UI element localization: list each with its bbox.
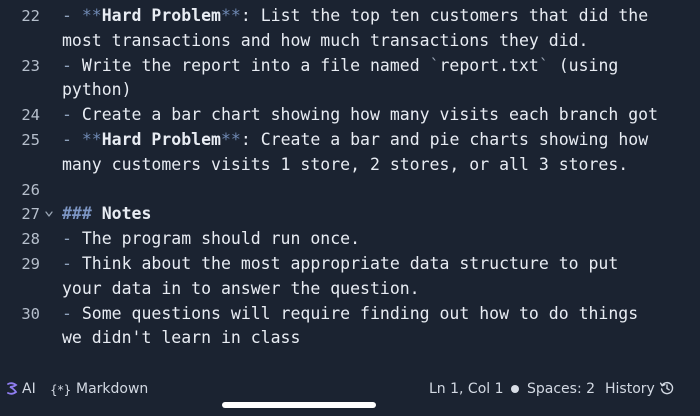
line-number: 29 [21, 255, 40, 273]
line-text[interactable]: we didn't learn in class [62, 326, 300, 350]
text-segment: The program should run once. [81, 229, 361, 249]
editor-line[interactable]: 24 - Create a bar chart showing how many … [0, 103, 700, 127]
editor-line[interactable]: 26 [0, 178, 700, 202]
text-segment: - [62, 130, 82, 149]
editor-line[interactable]: 23 - Write the report into a file named `… [0, 54, 700, 78]
line-number: 26 [21, 180, 40, 199]
line-number: 23 [21, 56, 40, 75]
text-segment: Hard Problem [101, 130, 221, 149]
text-segment: ` [429, 55, 440, 75]
line-text[interactable]: python) [62, 78, 132, 102]
text-segment: your data in to answer the question. [62, 278, 420, 298]
text-segment: ** [81, 130, 102, 149]
indentation-button[interactable]: Spaces: 2 [527, 379, 595, 399]
fold-chevron-icon[interactable] [45, 209, 53, 219]
text-segment: Write the report into a file named [81, 55, 430, 75]
text-segment: - [62, 254, 82, 273]
code-editor[interactable]: 22- **Hard Problem**: List the top ten c… [0, 0, 700, 368]
text-segment: : List the top ten customers that did th… [240, 6, 649, 25]
ai-label[interactable]: AI [22, 379, 36, 399]
line-text[interactable]: - **Hard Problem**: List the top ten cus… [62, 4, 648, 28]
line-number: 28 [21, 230, 40, 249]
editor-line[interactable]: 28 - The program should run once. [0, 227, 700, 251]
text-segment: report.txt [439, 55, 539, 75]
text-segment: we didn't learn in class [62, 328, 301, 348]
line-text[interactable]: your data in to answer the question. [62, 277, 420, 301]
line-text[interactable]: - **Hard Problem**: Create a bar and pie… [62, 128, 648, 152]
text-segment: most transactions and how much transacti… [62, 30, 589, 50]
line-number: 27 [21, 205, 40, 224]
line-number: 24 [21, 106, 40, 125]
braces-icon: {*} [50, 383, 72, 397]
line-text[interactable]: - Some questions will require finding ou… [62, 302, 638, 326]
text-segment: - [62, 303, 82, 323]
line-text[interactable]: - The program should run once. [62, 227, 360, 251]
home-indicator[interactable] [222, 402, 376, 408]
text-segment: python) [62, 80, 132, 100]
history-icon[interactable] [659, 380, 675, 396]
editor-line[interactable]: most transactions and how much transacti… [0, 29, 700, 53]
text-segment: ** [220, 6, 241, 25]
line-number: 22 [21, 7, 40, 25]
text-segment: many customers visits 1 store, 2 stores,… [62, 154, 629, 174]
line-number: 30 [21, 304, 40, 323]
editor-line[interactable]: 30 - Some questions will require finding … [0, 302, 700, 326]
line-number: 25 [21, 131, 40, 149]
editor-line[interactable]: many customers visits 1 store, 2 stores,… [0, 153, 700, 177]
language-mode-button[interactable]: Markdown [76, 379, 148, 399]
text-segment: Notes [101, 204, 152, 224]
text-segment: Create a bar chart showing how many visi… [81, 105, 659, 125]
editor-line[interactable]: 25- **Hard Problem**: Create a bar and p… [0, 128, 700, 152]
cursor-position[interactable]: Ln 1, Col 1 [429, 379, 504, 399]
editor-line[interactable]: 22- **Hard Problem**: List the top ten c… [0, 4, 700, 28]
editor-line[interactable]: python) [0, 78, 700, 102]
text-segment: - [62, 6, 82, 25]
text-segment: (using [548, 55, 619, 75]
line-text[interactable]: - Write the report into a file named `re… [62, 54, 618, 78]
line-text[interactable]: - Think about the most appropriate data … [62, 252, 618, 276]
line-text[interactable]: ### Notes [62, 202, 151, 226]
text-segment: ** [220, 130, 241, 149]
editor-line[interactable]: 29 - Think about the most appropriate dat… [0, 252, 700, 276]
line-text[interactable]: many customers visits 1 store, 2 stores,… [62, 153, 628, 177]
line-text[interactable]: - Create a bar chart showing how many vi… [62, 103, 658, 127]
text-segment: Some questions will require finding out … [81, 303, 639, 323]
sparkle-icon[interactable] [6, 381, 18, 397]
line-text[interactable]: most transactions and how much transacti… [62, 29, 589, 53]
history-button[interactable]: History [605, 379, 655, 399]
text-segment: - [62, 105, 82, 125]
editor-line[interactable]: your data in to answer the question. [0, 277, 700, 301]
text-segment: ` [538, 55, 549, 75]
text-segment: ** [81, 6, 102, 25]
text-segment: - [62, 229, 82, 249]
text-segment: : Create a bar and pie charts showing ho… [240, 130, 649, 149]
text-segment: ### [62, 204, 102, 224]
editor-line[interactable]: 27 ### Notes [0, 202, 700, 226]
editor-line[interactable]: we didn't learn in class [0, 326, 700, 350]
text-segment: Think about the most appropriate data st… [81, 254, 619, 273]
text-segment: Hard Problem [101, 6, 221, 25]
text-segment: - [62, 55, 82, 75]
status-dot-icon [511, 385, 519, 393]
